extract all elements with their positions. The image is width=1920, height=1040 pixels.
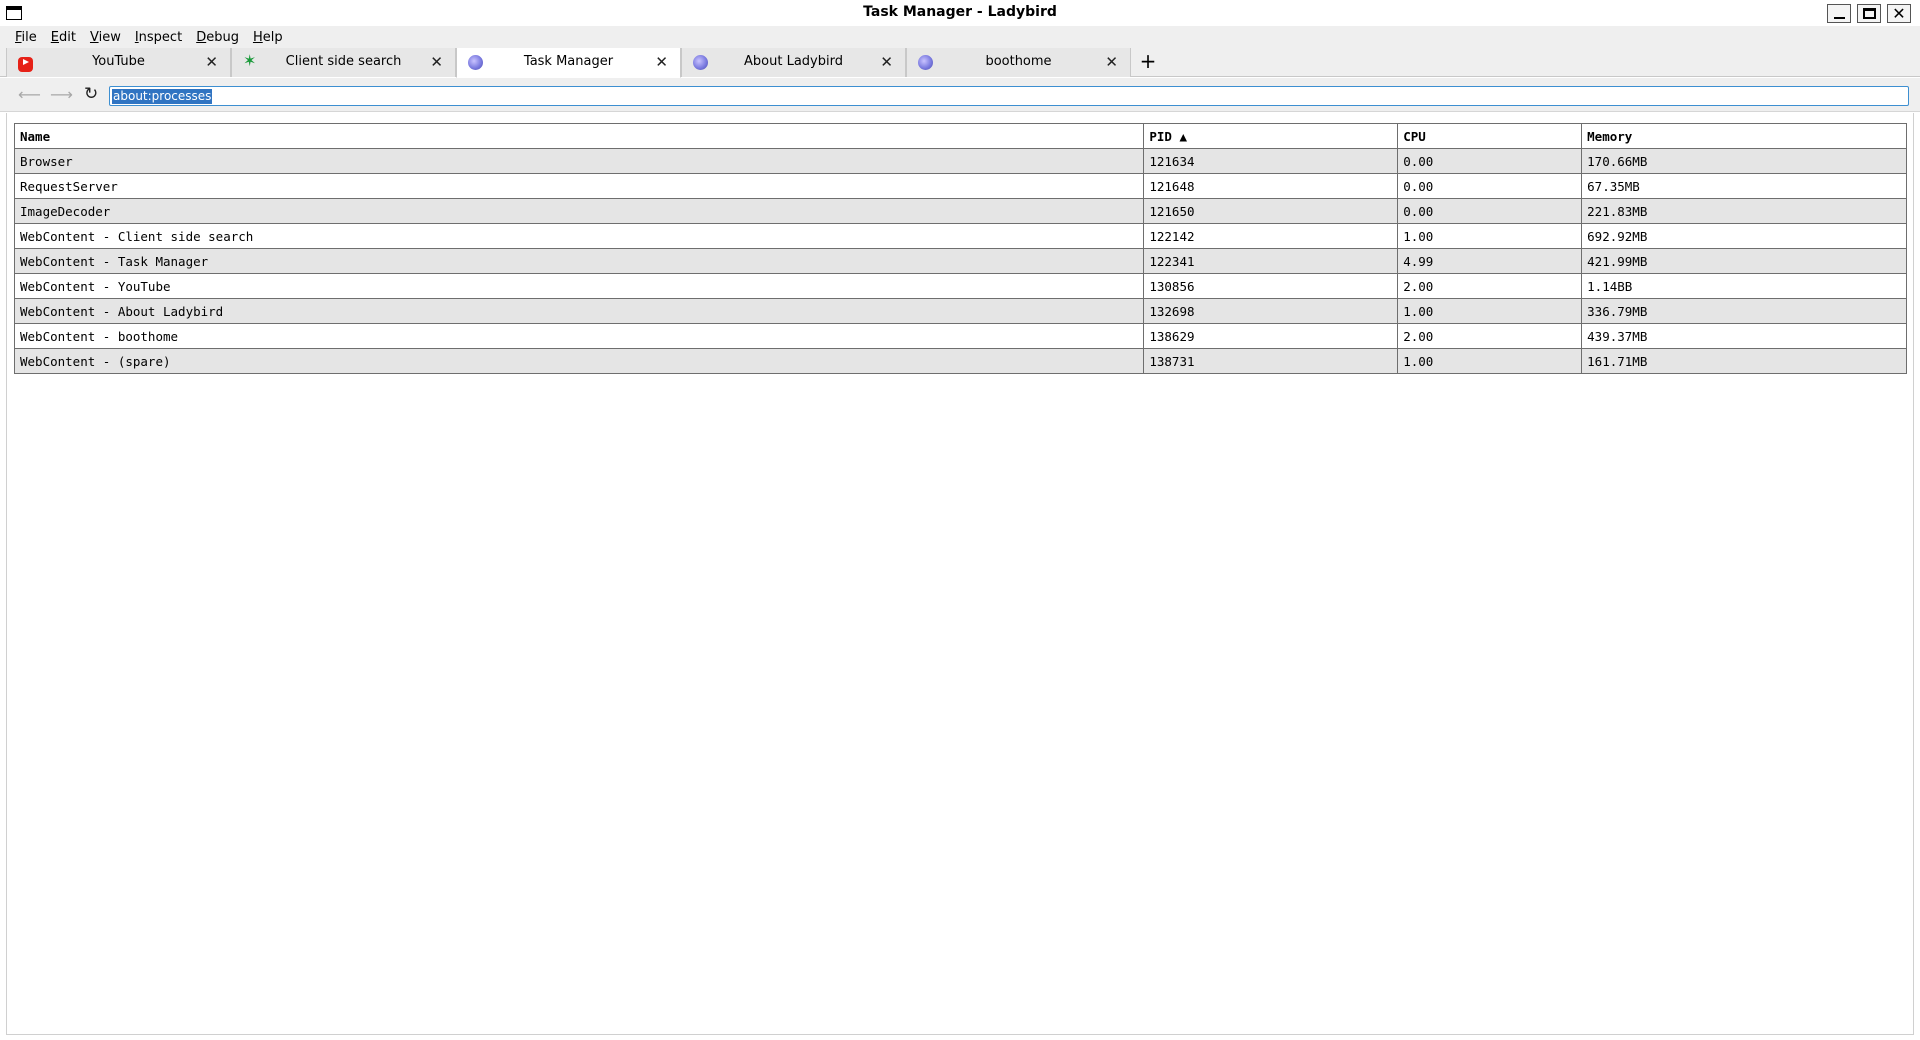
table-header-row: Name PID ▲ CPU Memory [13, 123, 1907, 149]
cell-memory: 336.79MB [1581, 298, 1907, 324]
table-row: WebContent - (spare) 138731 1.00 161.71M… [13, 348, 1907, 374]
back-button[interactable]: ⟵ [18, 85, 41, 104]
cell-pid: 130856 [1143, 273, 1399, 299]
table-row: WebContent - boothome 138629 2.00 439.37… [13, 323, 1907, 349]
minimize-icon [1833, 16, 1845, 19]
close-tab-icon[interactable]: ✕ [880, 53, 893, 71]
page-content: Name PID ▲ CPU Memory Browser 121634 0.0… [6, 113, 1914, 1035]
cell-pid: 121650 [1143, 198, 1399, 224]
ladybird-icon [468, 55, 483, 70]
ladybird-icon [918, 55, 933, 70]
cell-cpu: 1.00 [1397, 223, 1583, 249]
tab-task-manager[interactable]: Task Manager ✕ [456, 48, 681, 78]
tab-label: boothome [985, 54, 1052, 69]
url-text: about:processes [112, 89, 213, 104]
maximize-icon [1862, 8, 1876, 19]
cell-pid: 138629 [1143, 323, 1399, 349]
tab-youtube[interactable]: YouTube ✕ [6, 48, 231, 77]
cell-name: ImageDecoder [13, 198, 1145, 224]
cell-cpu: 0.00 [1397, 173, 1583, 199]
cell-memory: 170.66MB [1581, 148, 1907, 174]
cell-pid: 121634 [1143, 148, 1399, 174]
window-title: Task Manager - Ladybird [863, 4, 1057, 20]
ladybird-icon [693, 55, 708, 70]
cell-cpu: 0.00 [1397, 148, 1583, 174]
menu-inspect[interactable]: Inspect [128, 30, 189, 45]
cell-pid: 122341 [1143, 248, 1399, 274]
tab-label: About Ladybird [744, 54, 843, 69]
cell-name: WebContent - Task Manager [13, 248, 1145, 274]
tab-about-ladybird[interactable]: About Ladybird ✕ [681, 48, 906, 77]
tab-label: Task Manager [523, 54, 614, 69]
cell-name: WebContent - About Ladybird [13, 298, 1145, 324]
close-tab-icon[interactable]: ✕ [655, 53, 668, 71]
cell-pid: 132698 [1143, 298, 1399, 324]
table-row: WebContent - Task Manager 122341 4.99 42… [13, 248, 1907, 274]
table-row: Browser 121634 0.00 170.66MB [13, 148, 1907, 174]
cell-pid: 122142 [1143, 223, 1399, 249]
cell-cpu: 1.00 [1397, 348, 1583, 374]
new-tab-button[interactable]: + [1138, 50, 1158, 72]
cell-cpu: 2.00 [1397, 323, 1583, 349]
star-icon: ✶ [243, 51, 257, 70]
forward-button[interactable]: ⟶ [50, 85, 73, 104]
table-row: WebContent - About Ladybird 132698 1.00 … [13, 298, 1907, 324]
table-row: WebContent - Client side search 122142 1… [13, 223, 1907, 249]
menu-help[interactable]: Help [246, 30, 290, 45]
cell-name: WebContent - YouTube [13, 273, 1145, 299]
cell-name: Browser [13, 148, 1145, 174]
cell-memory: 421.99MB [1581, 248, 1907, 274]
plus-icon: + [1139, 49, 1157, 73]
maximize-button[interactable] [1857, 4, 1881, 23]
cell-name: WebContent - Client side search [13, 223, 1145, 249]
cell-memory: 1.14BB [1581, 273, 1907, 299]
cell-cpu: 4.99 [1397, 248, 1583, 274]
cell-cpu: 2.00 [1397, 273, 1583, 299]
tab-label: Client side search [285, 54, 402, 69]
menu-file[interactable]: File [8, 30, 44, 45]
youtube-icon [18, 57, 33, 72]
reload-button[interactable]: ↻ [84, 84, 98, 104]
arrow-right-icon: ⟶ [50, 85, 73, 104]
process-table: Name PID ▲ CPU Memory Browser 121634 0.0… [13, 123, 1907, 374]
cell-name: RequestServer [13, 173, 1145, 199]
header-pid[interactable]: PID ▲ [1143, 123, 1399, 149]
close-icon: ✕ [1892, 3, 1906, 23]
header-cpu[interactable]: CPU [1397, 123, 1583, 149]
tab-label: YouTube [92, 54, 145, 69]
tab-boothome[interactable]: boothome ✕ [906, 48, 1131, 77]
cell-memory: 439.37MB [1581, 323, 1907, 349]
cell-name: WebContent - boothome [13, 323, 1145, 349]
table-row: RequestServer 121648 0.00 67.35MB [13, 173, 1907, 199]
close-tab-icon[interactable]: ✕ [205, 53, 218, 71]
cell-memory: 692.92MB [1581, 223, 1907, 249]
cell-pid: 138731 [1143, 348, 1399, 374]
table-row: WebContent - YouTube 130856 2.00 1.14BB [13, 273, 1907, 299]
cell-memory: 221.83MB [1581, 198, 1907, 224]
minimize-button[interactable] [1827, 4, 1851, 23]
cell-cpu: 0.00 [1397, 198, 1583, 224]
reload-icon: ↻ [84, 84, 99, 104]
cell-pid: 121648 [1143, 173, 1399, 199]
header-memory[interactable]: Memory [1581, 123, 1907, 149]
cell-memory: 67.35MB [1581, 173, 1907, 199]
cell-memory: 161.71MB [1581, 348, 1907, 374]
url-input[interactable]: about:processes [109, 86, 1909, 106]
title-bar: Task Manager - Ladybird ✕ [0, 0, 1920, 26]
menu-edit[interactable]: Edit [44, 30, 83, 45]
menu-bar: File Edit View Inspect Debug Help [0, 26, 1920, 48]
tab-client-side-search[interactable]: ✶ Client side search ✕ [231, 48, 456, 77]
menu-view[interactable]: View [83, 30, 128, 45]
close-tab-icon[interactable]: ✕ [430, 53, 443, 71]
header-name[interactable]: Name [13, 123, 1145, 149]
cell-cpu: 1.00 [1397, 298, 1583, 324]
navigation-bar: ⟵ ⟶ ↻ about:processes [0, 78, 1920, 112]
tab-bar: YouTube ✕ ✶ Client side search ✕ Task Ma… [0, 48, 1920, 78]
arrow-left-icon: ⟵ [18, 85, 41, 104]
table-row: ImageDecoder 121650 0.00 221.83MB [13, 198, 1907, 224]
close-window-button[interactable]: ✕ [1887, 4, 1911, 23]
close-tab-icon[interactable]: ✕ [1105, 53, 1118, 71]
cell-name: WebContent - (spare) [13, 348, 1145, 374]
menu-debug[interactable]: Debug [189, 30, 246, 45]
